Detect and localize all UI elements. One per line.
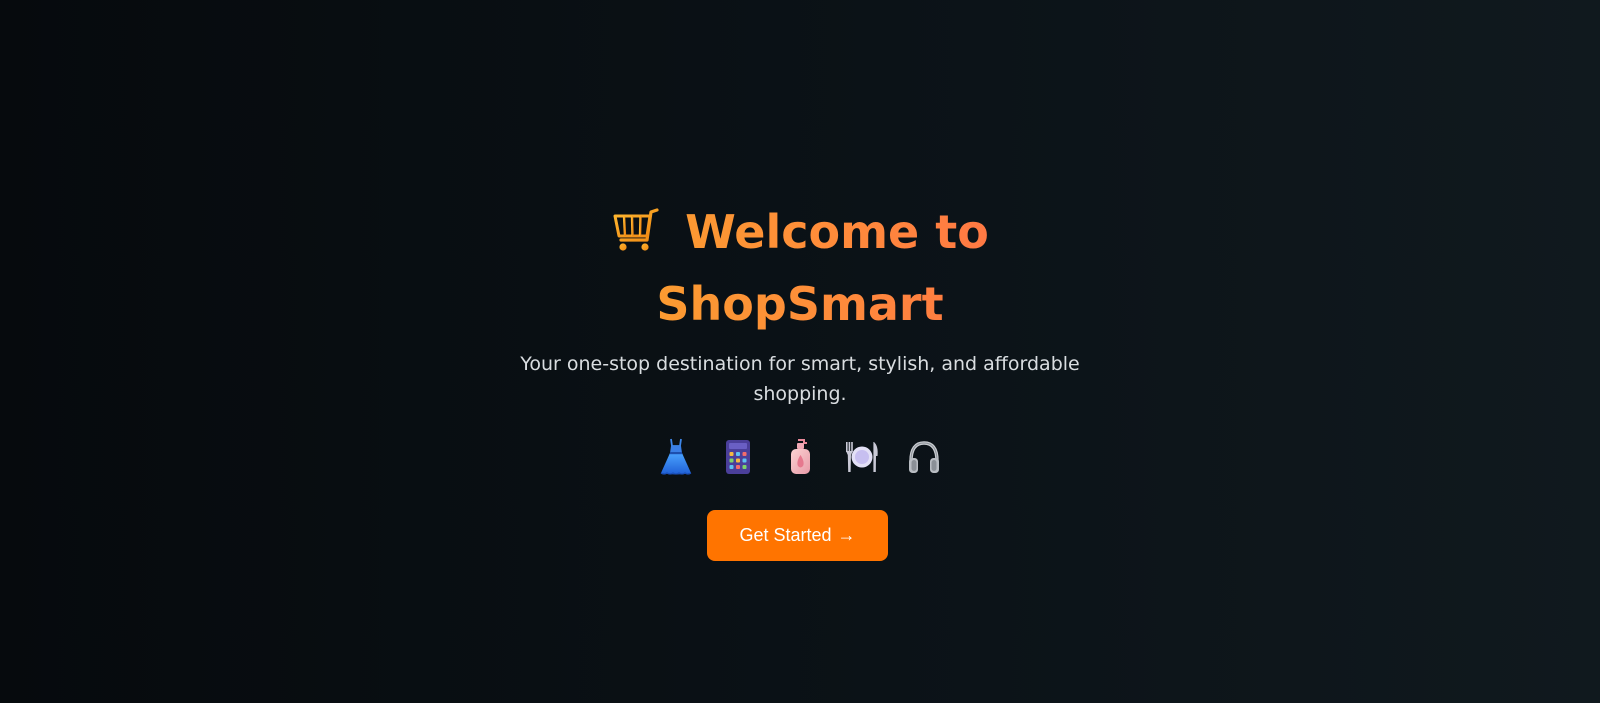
calculator-icon [720,437,756,477]
lotion-bottle-icon [782,437,818,477]
get-started-button[interactable]: Get Started → [707,510,888,561]
category-icons [650,437,950,477]
plate-cutlery-icon [844,437,880,477]
hero-subtitle: Your one-stop destination for smart, sty… [520,353,1080,405]
hero-section: Welcome to ShopSmart Your one-stop desti… [0,0,1600,703]
arrow-right-icon: → [837,525,856,545]
headphones-icon [906,437,942,477]
shopping-cart-icon [611,204,663,256]
get-started-label: Get Started [739,525,832,545]
hero-title-line1: Welcome to [685,205,989,259]
hero-title-line2: ShopSmart [656,277,944,331]
hero-title: Welcome to ShopSmart [500,196,1100,340]
dress-icon [658,437,694,477]
